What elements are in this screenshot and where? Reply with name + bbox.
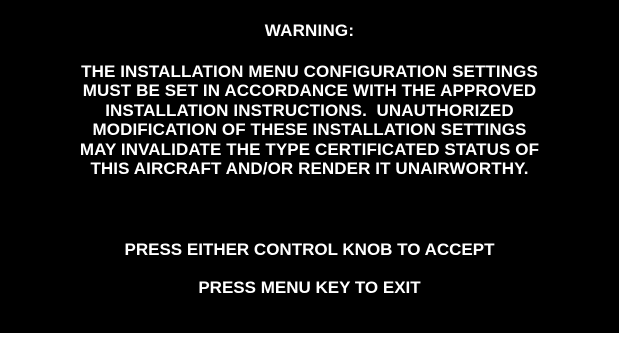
warning-line-6: THIS AIRCRAFT AND/OR RENDER IT UNAIRWORT… xyxy=(90,159,529,179)
warning-message: THE INSTALLATION MENU CONFIGURATION SETT… xyxy=(0,62,619,178)
warning-line-2: MUST BE SET IN ACCORDANCE WITH THE APPRO… xyxy=(82,81,537,101)
warning-line-1: THE INSTALLATION MENU CONFIGURATION SETT… xyxy=(81,62,538,81)
warning-title: WARNING: xyxy=(264,21,355,40)
warning-line-3: INSTALLATION INSTRUCTIONS. UNAUTHORIZED xyxy=(105,100,514,120)
warning-line-4: MODIFICATION OF THESE INSTALLATION SETTI… xyxy=(92,120,527,140)
exit-prompt: PRESS MENU KEY TO EXIT xyxy=(198,278,421,297)
warning-line-5: MAY INVALIDATE THE TYPE CERTIFICATED STA… xyxy=(79,139,540,159)
warning-screen: WARNING: THE INSTALLATION MENU CONFIGURA… xyxy=(0,0,621,337)
accept-prompt: PRESS EITHER CONTROL KNOB TO ACCEPT xyxy=(124,240,495,259)
